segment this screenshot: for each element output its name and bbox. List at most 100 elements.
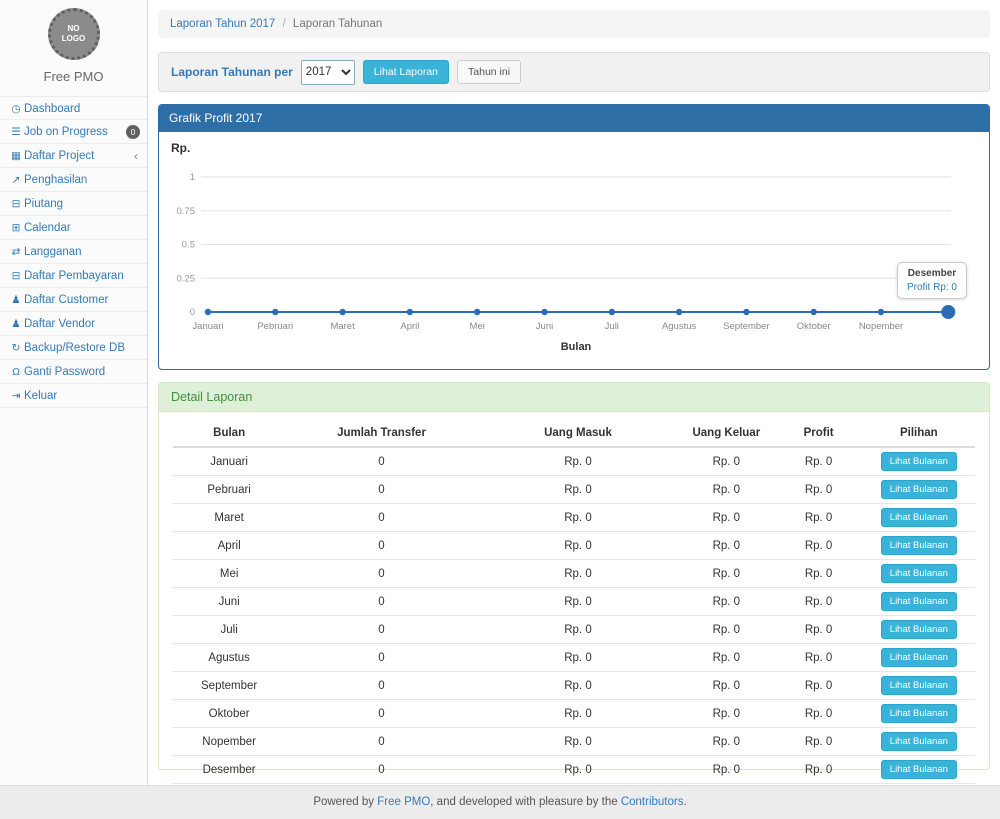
pilihan-cell: Lihat Bulanan [863, 616, 975, 644]
lihat-bulanan-button[interactable]: Lihat Bulanan [881, 480, 957, 499]
keluar-cell: Rp. 0 [678, 588, 774, 616]
tahun-ini-button[interactable]: Tahun ini [457, 60, 521, 84]
keluar-cell: Rp. 0 [678, 728, 774, 756]
masuk-cell: Rp. 0 [478, 700, 679, 728]
sidebar-item-penghasilan[interactable]: ↗Penghasilan [0, 168, 147, 192]
data-point-oktober[interactable] [811, 309, 817, 315]
transfer-cell: 0 [285, 447, 477, 476]
table-row: Maret0Rp. 0Rp. 0Rp. 0Lihat Bulanan [173, 504, 975, 532]
sidebar-item-dashboard[interactable]: ◷Dashboard [0, 96, 147, 120]
profit-cell: Rp. 0 [774, 728, 862, 756]
table-row: Oktober0Rp. 0Rp. 0Rp. 0Lihat Bulanan [173, 700, 975, 728]
money-icon: ⊟ [8, 264, 24, 288]
bulan-cell: Juli [173, 616, 285, 644]
transfer-cell: 0 [285, 700, 477, 728]
sidebar-item-langganan[interactable]: ⇄Langganan [0, 240, 147, 264]
lihat-bulanan-button[interactable]: Lihat Bulanan [881, 704, 957, 723]
profit-cell: Rp. 0 [774, 504, 862, 532]
lihat-bulanan-button[interactable]: Lihat Bulanan [881, 648, 957, 667]
data-point-april[interactable] [407, 309, 413, 315]
lihat-bulanan-button[interactable]: Lihat Bulanan [881, 452, 957, 471]
column-header: Profit [774, 420, 862, 447]
sidebar-item-label: Ganti Password [24, 366, 105, 378]
profit-cell: Rp. 0 [774, 672, 862, 700]
chart-panel-title: Grafik Profit 2017 [159, 105, 989, 132]
retweet-icon: ⇄ [8, 240, 24, 264]
footer-link-contributors[interactable]: Contributors [621, 796, 684, 808]
data-point-september[interactable] [743, 309, 749, 315]
lihat-bulanan-button[interactable]: Lihat Bulanan [881, 620, 957, 639]
masuk-cell: Rp. 0 [478, 532, 679, 560]
year-select[interactable]: 2017 [301, 60, 355, 85]
data-point-mei[interactable] [474, 309, 480, 315]
data-point-desember[interactable] [941, 305, 955, 319]
lihat-laporan-button[interactable]: Lihat Laporan [363, 60, 449, 84]
breadcrumb-link-laporan-tahun[interactable]: Laporan Tahun 2017 [170, 18, 275, 30]
users-icon: ♟ [8, 312, 24, 336]
brand-name: Free PMO [0, 69, 147, 84]
chart-svg: Rp.10.750.50.250JanuariPebruariMaretApri… [159, 132, 989, 369]
x-axis-label: Bulan [561, 341, 592, 353]
profit-line-chart: Rp.10.750.50.250JanuariPebruariMaretApri… [159, 132, 989, 369]
column-header: Uang Keluar [678, 420, 774, 447]
data-point-juli[interactable] [609, 309, 615, 315]
masuk-cell: Rp. 0 [478, 756, 679, 784]
sidebar-item-daftar-project[interactable]: ▦Daftar Project‹ [0, 144, 147, 168]
lihat-bulanan-button[interactable]: Lihat Bulanan [881, 564, 957, 583]
data-point-juni[interactable] [541, 309, 547, 315]
lihat-bulanan-button[interactable]: Lihat Bulanan [881, 536, 957, 555]
pilihan-cell: Lihat Bulanan [863, 560, 975, 588]
sidebar-item-calendar[interactable]: ⊞Calendar [0, 216, 147, 240]
transfer-cell: 0 [285, 476, 477, 504]
masuk-cell: Rp. 0 [478, 476, 679, 504]
calendar-icon: ⊞ [8, 216, 24, 240]
chevron-left-icon: ‹ [134, 144, 138, 168]
transfer-cell: 0 [285, 588, 477, 616]
breadcrumb: Laporan Tahun 2017 / Laporan Tahunan [158, 10, 990, 38]
masuk-cell: Rp. 0 [478, 504, 679, 532]
bulan-cell: Nopember [173, 728, 285, 756]
sidebar-item-piutang[interactable]: ⊟Piutang [0, 192, 147, 216]
lihat-bulanan-button[interactable]: Lihat Bulanan [881, 508, 957, 527]
sidebar-item-label: Daftar Customer [24, 294, 108, 306]
footer-link-free-pmo[interactable]: Free PMO [377, 796, 430, 808]
table-row: September0Rp. 0Rp. 0Rp. 0Lihat Bulanan [173, 672, 975, 700]
keluar-cell: Rp. 0 [678, 447, 774, 476]
bulan-cell: Pebruari [173, 476, 285, 504]
y-tick-label: 0.25 [177, 273, 196, 284]
bulan-cell: September [173, 672, 285, 700]
sidebar-item-label: Dashboard [24, 103, 80, 115]
sidebar-item-daftar-vendor[interactable]: ♟Daftar Vendor [0, 312, 147, 336]
money-icon: ⊟ [8, 192, 24, 216]
sidebar-item-backup-restore-db[interactable]: ↻Backup/Restore DB [0, 336, 147, 360]
sidebar-item-daftar-pembayaran[interactable]: ⊟Daftar Pembayaran [0, 264, 147, 288]
x-tick-label: Mei [470, 321, 485, 332]
sidebar-item-label: Calendar [24, 222, 71, 234]
sign-out-icon: ⇥ [8, 384, 24, 408]
data-point-agustus[interactable] [676, 309, 682, 315]
data-point-januari[interactable] [205, 309, 211, 315]
sidebar-item-job-on-progress[interactable]: ☰Job on Progress0 [0, 120, 147, 144]
keluar-cell: Rp. 0 [678, 504, 774, 532]
table-row: Pebruari0Rp. 0Rp. 0Rp. 0Lihat Bulanan [173, 476, 975, 504]
table-panel-title: Detail Laporan [159, 383, 989, 412]
pilihan-cell: Lihat Bulanan [863, 756, 975, 784]
lihat-bulanan-button[interactable]: Lihat Bulanan [881, 676, 957, 695]
lihat-bulanan-button[interactable]: Lihat Bulanan [881, 592, 957, 611]
pilihan-cell: Lihat Bulanan [863, 588, 975, 616]
transfer-cell: 0 [285, 672, 477, 700]
lihat-bulanan-button[interactable]: Lihat Bulanan [881, 760, 957, 779]
lihat-bulanan-button[interactable]: Lihat Bulanan [881, 732, 957, 751]
bulan-cell: Agustus [173, 644, 285, 672]
bulan-cell: Januari [173, 447, 285, 476]
bulan-cell: Oktober [173, 700, 285, 728]
data-point-nopember[interactable] [878, 309, 884, 315]
sidebar-item-keluar[interactable]: ⇥Keluar [0, 384, 147, 408]
sidebar-item-ganti-password[interactable]: ΩGanti Password [0, 360, 147, 384]
data-point-maret[interactable] [339, 309, 345, 315]
pilihan-cell: Lihat Bulanan [863, 672, 975, 700]
data-point-pebruari[interactable] [272, 309, 278, 315]
pilihan-cell: Lihat Bulanan [863, 532, 975, 560]
table-row: Nopember0Rp. 0Rp. 0Rp. 0Lihat Bulanan [173, 728, 975, 756]
sidebar-item-daftar-customer[interactable]: ♟Daftar Customer [0, 288, 147, 312]
